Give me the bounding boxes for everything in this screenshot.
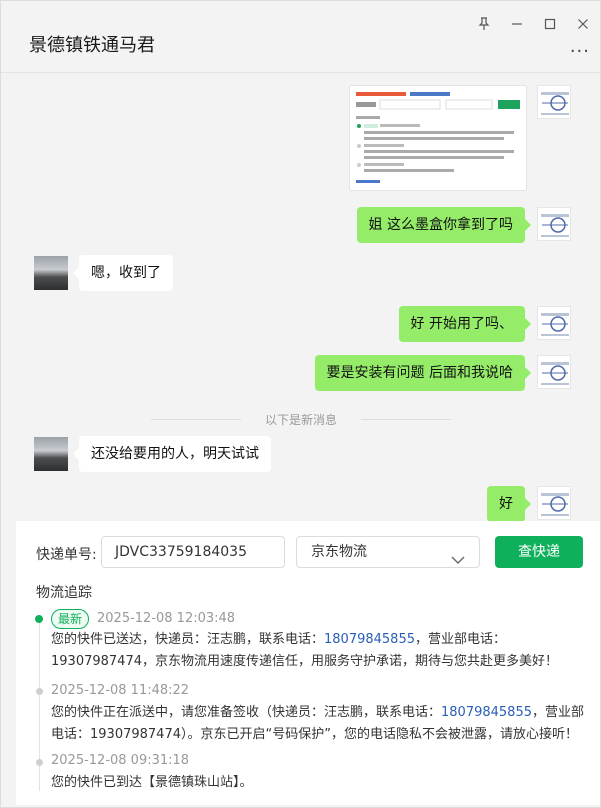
query-tracking-button[interactable]: 查快递 <box>495 536 583 568</box>
courier-phone-link[interactable]: 18079845855 <box>324 632 415 647</box>
tracking-section-title: 物流追踪 <box>36 585 92 601</box>
more-options-button[interactable]: ··· <box>570 41 590 62</box>
message-bubble-other[interactable]: 还没给要用的人，明天试试 <box>73 436 271 472</box>
message-bubble-me[interactable]: 姐 这么墨盒你拿到了吗 <box>356 207 532 243</box>
tracking-number-input[interactable]: JDVC33759184035 <box>101 536 285 568</box>
event-text: 您的快件已送达，快递员：汪志鹏，联系电话： <box>51 632 325 647</box>
latest-badge: 最新 <box>51 609 90 629</box>
contact-avatar[interactable] <box>34 437 68 471</box>
timeline-dot <box>36 759 43 766</box>
event-text: 电话：19307987474）。京东已开启“号码保护”，您的电话隐私不会被泄露，… <box>51 727 578 742</box>
message-bubble-other[interactable]: 嗯，收到了 <box>73 255 173 291</box>
minimize-icon[interactable] <box>506 13 528 35</box>
message-bubble-me[interactable]: 好 <box>487 486 531 521</box>
image-message[interactable] <box>349 85 527 191</box>
message-bubble-me[interactable]: 要是安装有问题 后面和我说哈 <box>314 355 532 391</box>
pin-icon[interactable] <box>473 13 495 35</box>
chat-window: 景德镇铁通马君 ··· 姐 这么墨盒你拿到了吗 嗯，收到了 好 开始用了吗、 要… <box>0 0 601 808</box>
title-bar: 景德镇铁通马君 ··· <box>1 1 600 73</box>
my-avatar[interactable] <box>537 486 571 520</box>
tracking-number-label: 快递单号: <box>36 547 97 563</box>
chevron-down-icon <box>451 546 465 576</box>
event-time: 2025-12-08 09:31:18 <box>51 753 190 768</box>
new-messages-divider: 以下是新消息 <box>151 411 451 427</box>
contact-avatar[interactable] <box>34 256 68 290</box>
close-icon[interactable] <box>572 13 594 35</box>
my-avatar[interactable] <box>537 306 571 340</box>
my-avatar[interactable] <box>537 355 571 389</box>
maximize-icon[interactable] <box>539 13 561 35</box>
my-avatar[interactable] <box>537 85 571 119</box>
event-text: ，营业部电话： <box>415 632 507 647</box>
event-text: 您的快件正在派送中，请您准备签收（快递员：汪志鹏，联系电话： <box>51 705 442 720</box>
event-description: 您的快件已到达【景德镇珠山站】。 <box>51 775 253 790</box>
carrier-select[interactable]: 京东物流 <box>296 536 480 568</box>
my-avatar[interactable] <box>537 207 571 241</box>
message-bubble-me[interactable]: 好 开始用了吗、 <box>398 306 532 342</box>
logistics-panel: 快递单号: JDVC33759184035 京东物流 查快递 物流追踪 最新 2… <box>16 521 600 805</box>
event-time: 2025-12-08 11:48:22 <box>51 683 190 698</box>
tracking-screenshot-thumbnail <box>356 92 520 183</box>
event-time: 2025-12-08 12:03:48 <box>97 611 236 626</box>
event-text: 19307987474，京东物流用速度传递信任，用服务守护承诺，期待与您共赴更多… <box>51 654 558 669</box>
timeline-dot <box>36 688 43 695</box>
event-description: 您的快件已送达，快递员：汪志鹏，联系电话：18079845855，营业部电话： … <box>51 629 586 673</box>
chat-title: 景德镇铁通马君 <box>29 35 155 56</box>
carrier-select-value: 京东物流 <box>311 544 367 560</box>
courier-phone-link[interactable]: 18079845855 <box>441 705 532 720</box>
event-description: 您的快件正在派送中，请您准备签收（快递员：汪志鹏，联系电话：1807984585… <box>51 702 586 746</box>
timeline-dot-active <box>35 615 43 623</box>
message-list[interactable]: 姐 这么墨盒你拿到了吗 嗯，收到了 好 开始用了吗、 要是安装有问题 后面和我说… <box>1 74 600 521</box>
event-text: ，营业部 <box>532 705 585 720</box>
